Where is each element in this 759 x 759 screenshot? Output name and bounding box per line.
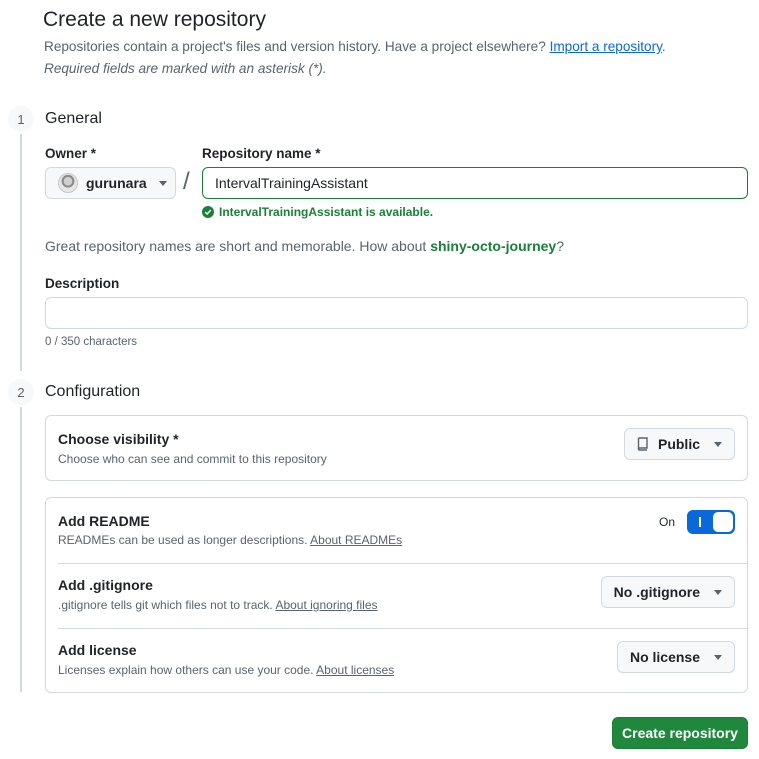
availability-message: IntervalTrainingAssistant is available. (202, 205, 433, 219)
readme-toggle-group: On (659, 510, 735, 534)
readme-title: Add README (58, 513, 150, 529)
avatar (58, 173, 78, 193)
visibility-card: Choose visibility * Choose who can see a… (45, 415, 748, 481)
gitignore-select-button[interactable]: No .gitignore (600, 576, 735, 608)
chevron-down-icon (158, 180, 167, 186)
readme-row: Add README READMEs can be used as longer… (46, 498, 747, 563)
repository-name-input[interactable] (202, 167, 748, 199)
required-fields-note: Required fields are marked with an aster… (44, 61, 327, 76)
readme-toggle-label: On (658, 515, 675, 529)
gitignore-title: Add .gitignore (58, 577, 153, 593)
gitignore-subtitle: .gitignore tells git which files not to … (58, 598, 378, 612)
step-connector-general (20, 134, 22, 371)
owner-repo-separator: / (183, 168, 190, 195)
visibility-title: Choose visibility * (58, 431, 179, 447)
license-row: Add license Licenses explain how others … (46, 628, 747, 693)
check-circle-icon (202, 206, 214, 218)
gitignore-selected: No .gitignore (613, 584, 700, 600)
create-repository-button[interactable]: Create repository (612, 717, 748, 749)
about-readmes-link[interactable]: About READMEs (310, 533, 402, 547)
toggle-knob (713, 512, 733, 532)
suggested-name-link[interactable]: shiny-octo-journey (430, 238, 556, 254)
about-licenses-link[interactable]: About licenses (316, 663, 394, 677)
description-label: Description (45, 276, 120, 291)
readme-subtitle-text: READMEs can be used as longer descriptio… (58, 533, 308, 547)
license-subtitle-text: Licenses explain how others can use your… (58, 663, 314, 677)
license-title: Add license (58, 642, 137, 658)
chevron-down-icon (714, 654, 722, 660)
toggle-on-indicator (699, 517, 701, 527)
owner-name: gurunara (86, 175, 147, 191)
availability-text: IntervalTrainingAssistant is available. (219, 205, 434, 219)
page-title: Create a new repository (43, 8, 266, 31)
intro-text-end: . (661, 39, 666, 54)
description-char-count: 0 / 350 characters (45, 336, 138, 348)
gitignore-subtitle-text: .gitignore tells git which files not to … (58, 598, 273, 612)
visibility-subtitle: Choose who can see and commit to this re… (58, 452, 327, 466)
chevron-down-icon (714, 441, 722, 447)
repo-icon (637, 437, 648, 451)
step-number-configuration: 2 (8, 379, 34, 405)
license-subtitle: Licenses explain how others can use your… (58, 663, 394, 677)
import-repository-link[interactable]: Import a repository (550, 39, 662, 54)
owner-select-button[interactable]: gurunara (45, 167, 176, 199)
step-connector-configuration (20, 407, 22, 692)
suggestion-prefix: Great repository names are short and mem… (45, 238, 427, 254)
name-suggestion: Great repository names are short and mem… (45, 238, 564, 254)
gitignore-row: Add .gitignore .gitignore tells git whic… (46, 563, 747, 628)
license-selected: No license (629, 649, 700, 665)
repository-name-label: Repository name * (202, 146, 321, 161)
intro-text: Repositories contain a project's files a… (44, 39, 666, 54)
intro-text-body: Repositories contain a project's files a… (44, 39, 546, 54)
description-input[interactable] (45, 297, 748, 329)
chevron-down-icon (714, 589, 722, 595)
step-number-general: 1 (8, 106, 34, 132)
options-card: Add README READMEs can be used as longer… (45, 497, 748, 693)
section-title-configuration: Configuration (45, 383, 141, 400)
visibility-selected: Public (657, 436, 700, 452)
section-title-general: General (45, 110, 102, 127)
readme-subtitle: READMEs can be used as longer descriptio… (58, 533, 402, 547)
about-ignoring-files-link[interactable]: About ignoring files (275, 598, 377, 612)
suggestion-suffix: ? (556, 238, 564, 254)
visibility-select-button[interactable]: Public (623, 428, 735, 460)
readme-toggle[interactable] (687, 510, 735, 534)
license-select-button[interactable]: No license (616, 641, 735, 673)
owner-label: Owner * (45, 146, 97, 161)
